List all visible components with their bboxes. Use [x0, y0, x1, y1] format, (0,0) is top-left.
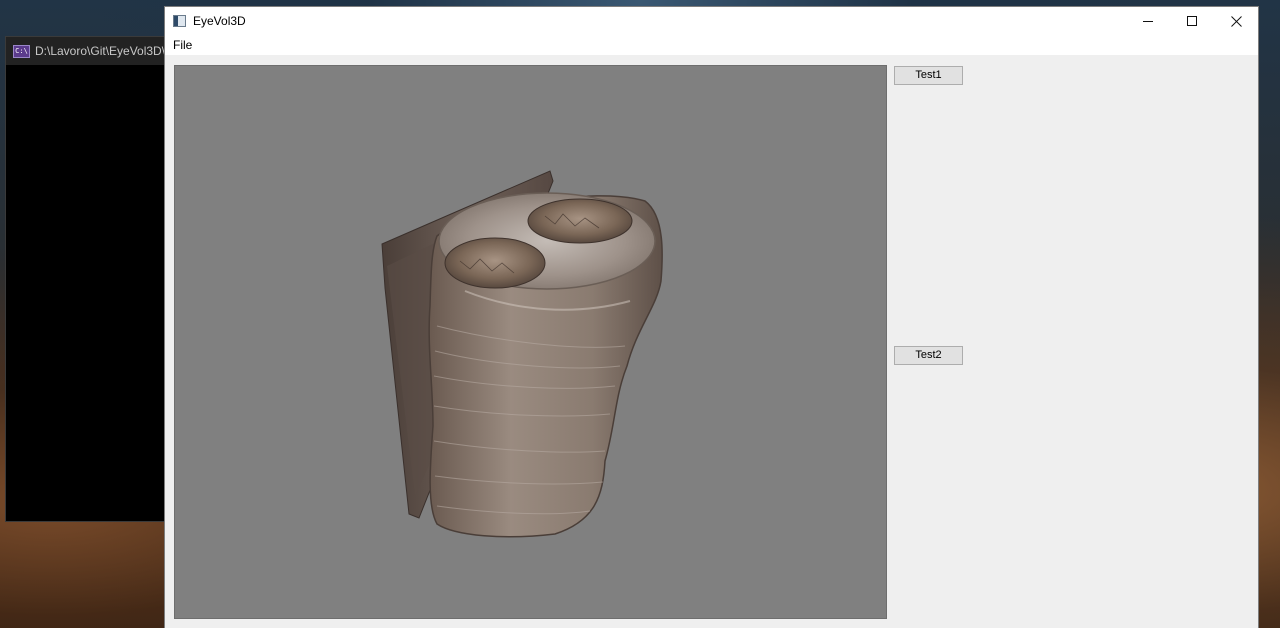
maximize-button[interactable]	[1170, 7, 1214, 35]
menu-bar: File	[165, 35, 1258, 55]
title-bar[interactable]: EyeVol3D	[165, 7, 1258, 35]
close-icon	[1230, 15, 1242, 27]
test1-button[interactable]: Test1	[894, 66, 963, 85]
close-button[interactable]	[1214, 7, 1258, 35]
menu-file[interactable]: File	[165, 35, 200, 55]
render-viewport[interactable]	[174, 65, 887, 619]
minimize-icon	[1143, 21, 1153, 22]
volume-rendering	[381, 170, 663, 538]
maximize-icon	[1187, 16, 1197, 26]
test2-button[interactable]: Test2	[894, 346, 963, 365]
app-window: EyeVol3D File Test1 Test2	[165, 7, 1258, 628]
app-icon	[173, 15, 186, 27]
console-titlebar[interactable]: C:\ D:\Lavoro\Git\EyeVol3D\out	[6, 37, 168, 65]
window-controls	[1126, 7, 1258, 35]
console-window[interactable]: C:\ D:\Lavoro\Git\EyeVol3D\out	[5, 36, 169, 522]
console-icon: C:\	[13, 44, 30, 58]
window-title: EyeVol3D	[193, 14, 246, 28]
console-title: D:\Lavoro\Git\EyeVol3D\out	[35, 44, 168, 58]
minimize-button[interactable]	[1126, 7, 1170, 35]
